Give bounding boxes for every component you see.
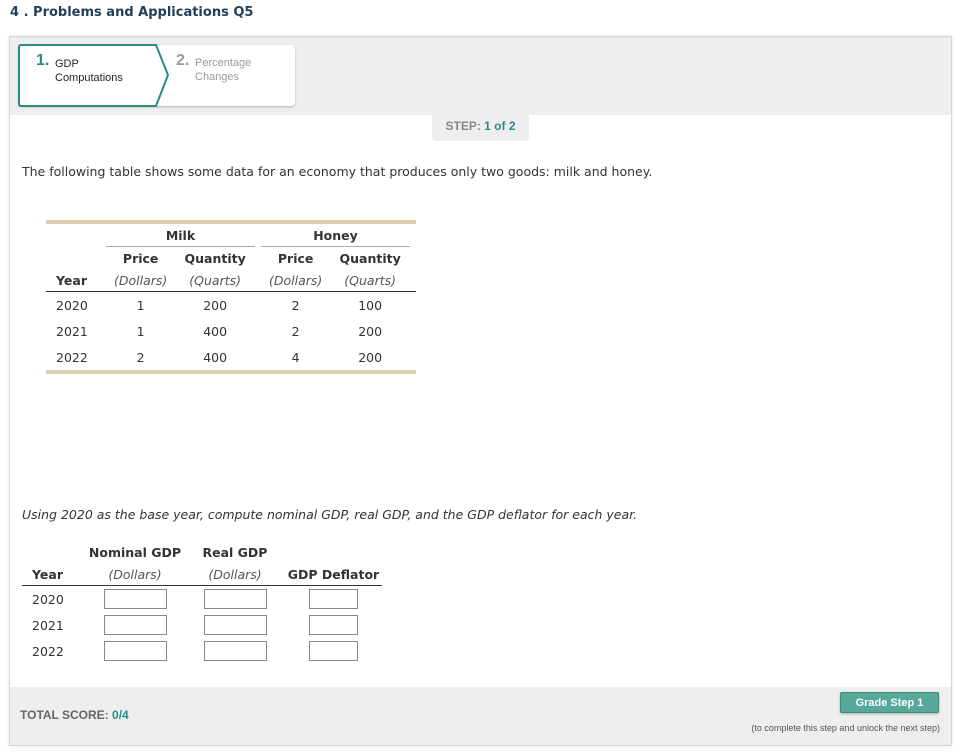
cell-year: 2020 bbox=[32, 591, 64, 607]
unit-milk-price: (Dollars) bbox=[106, 269, 176, 292]
col-year: Year bbox=[22, 563, 85, 586]
col-milk-price: Price bbox=[122, 250, 159, 266]
table-row: 2021 1 400 2 200 bbox=[46, 318, 416, 344]
gdp-deflator-input-2022[interactable] bbox=[309, 641, 358, 661]
cell-year: 2022 bbox=[56, 349, 88, 365]
grade-step-note: (to complete this step and unlock the ne… bbox=[751, 723, 940, 733]
cell-milk-quantity: 400 bbox=[203, 323, 228, 339]
real-gdp-input-2020[interactable] bbox=[203, 589, 267, 609]
gdp-deflator-input-2020[interactable] bbox=[309, 589, 358, 609]
grade-step-button[interactable]: Grade Step 1 bbox=[840, 692, 939, 713]
cell-year: 2021 bbox=[56, 323, 88, 339]
group-milk: Milk bbox=[106, 224, 255, 247]
unit-header-row: Year (Dollars) (Quarts) (Dollars) (Quart… bbox=[46, 269, 416, 292]
tab-label: Percentage Changes bbox=[195, 56, 251, 84]
unit-real-gdp: (Dollars) bbox=[185, 563, 285, 586]
total-score-value: 0/4 bbox=[112, 708, 129, 722]
table-row: 2020 1 200 2 100 bbox=[46, 292, 416, 319]
cell-milk-price: 2 bbox=[136, 349, 145, 365]
cell-honey-quantity: 200 bbox=[358, 349, 383, 365]
col-honey-price: Price bbox=[277, 250, 314, 266]
answer-header-row: Nominal GDP Real GDP bbox=[22, 541, 382, 563]
gdp-deflator-input-2021[interactable] bbox=[309, 615, 358, 635]
tab-label-line2: Changes bbox=[195, 71, 240, 83]
cell-honey-price: 2 bbox=[291, 323, 300, 339]
tab-label: GDP Computations bbox=[55, 57, 123, 85]
intro-text: The following table shows some data for … bbox=[22, 164, 653, 179]
cell-milk-quantity: 400 bbox=[203, 349, 228, 365]
instruction-text: Using 2020 as the base year, compute nom… bbox=[22, 507, 638, 522]
step-indicator-value: 1 of 2 bbox=[484, 119, 516, 133]
col-nominal-gdp: Nominal GDP bbox=[88, 544, 182, 560]
cell-year: 2021 bbox=[32, 617, 64, 633]
tab-number: 2. bbox=[176, 52, 190, 69]
column-header-row: Price Quantity Price Quantity bbox=[46, 247, 416, 270]
unit-milk-quantity: (Quarts) bbox=[175, 269, 255, 292]
cell-milk-price: 1 bbox=[136, 297, 145, 313]
nominal-gdp-input-2022[interactable] bbox=[103, 641, 167, 661]
cell-milk-quantity: 200 bbox=[203, 297, 228, 313]
tab-label-line2: Computations bbox=[55, 72, 123, 84]
real-gdp-input-2021[interactable] bbox=[203, 615, 267, 635]
unit-nominal-gdp: (Dollars) bbox=[85, 563, 185, 586]
cell-honey-price: 4 bbox=[291, 349, 300, 365]
answer-unit-row: Year (Dollars) (Dollars) GDP Deflator bbox=[22, 563, 382, 586]
total-score-label: TOTAL SCORE: bbox=[20, 708, 109, 722]
step-indicator: STEP: 1 of 2 bbox=[432, 114, 529, 141]
tab-label-line1: GDP bbox=[55, 58, 79, 70]
tab-gdp-computations[interactable]: 1. GDP Computations bbox=[18, 44, 170, 112]
data-table: Milk Honey Price Quantity Price Quantity… bbox=[46, 220, 416, 374]
col-gdp-deflator: GDP Deflator bbox=[285, 563, 382, 586]
step-indicator-label: STEP: bbox=[445, 119, 481, 133]
col-honey-quantity: Quantity bbox=[339, 250, 401, 266]
footer-bar: TOTAL SCORE: 0/4 Grade Step 1 (to comple… bbox=[10, 687, 951, 745]
cell-honey-price: 2 bbox=[291, 297, 300, 313]
answer-table: Nominal GDP Real GDP Year (Dollars) (Dol… bbox=[22, 541, 382, 664]
nominal-gdp-input-2021[interactable] bbox=[103, 615, 167, 635]
cell-honey-quantity: 100 bbox=[358, 297, 383, 313]
total-score: TOTAL SCORE: 0/4 bbox=[20, 708, 129, 722]
group-honey: Honey bbox=[260, 224, 410, 247]
cell-year: 2022 bbox=[32, 643, 64, 659]
table-row: 2022 2 400 4 200 bbox=[46, 344, 416, 370]
cell-milk-price: 1 bbox=[136, 323, 145, 339]
step-tabs-bar: 2. Percentage Changes 1. GDP Computation… bbox=[10, 37, 951, 115]
unit-honey-price: (Dollars) bbox=[260, 269, 331, 292]
page-title: 4 . Problems and Applications Q5 bbox=[10, 5, 254, 20]
unit-honey-quantity: (Quarts) bbox=[330, 269, 410, 292]
real-gdp-input-2022[interactable] bbox=[203, 641, 267, 661]
group-header-row: Milk Honey bbox=[46, 224, 416, 247]
answer-row: 2021 bbox=[22, 612, 382, 638]
cell-honey-quantity: 200 bbox=[358, 323, 383, 339]
problem-panel: 2. Percentage Changes 1. GDP Computation… bbox=[9, 36, 952, 746]
answer-row: 2020 bbox=[22, 586, 382, 613]
table-bottom-rule bbox=[46, 370, 416, 374]
tab-label-line1: Percentage bbox=[195, 57, 252, 69]
col-real-gdp: Real GDP bbox=[202, 544, 268, 560]
col-year: Year bbox=[46, 269, 106, 292]
col-milk-quantity: Quantity bbox=[184, 250, 246, 266]
answer-row: 2022 bbox=[22, 638, 382, 664]
cell-year: 2020 bbox=[56, 297, 88, 313]
nominal-gdp-input-2020[interactable] bbox=[103, 589, 167, 609]
tab-number: 1. bbox=[36, 52, 50, 69]
